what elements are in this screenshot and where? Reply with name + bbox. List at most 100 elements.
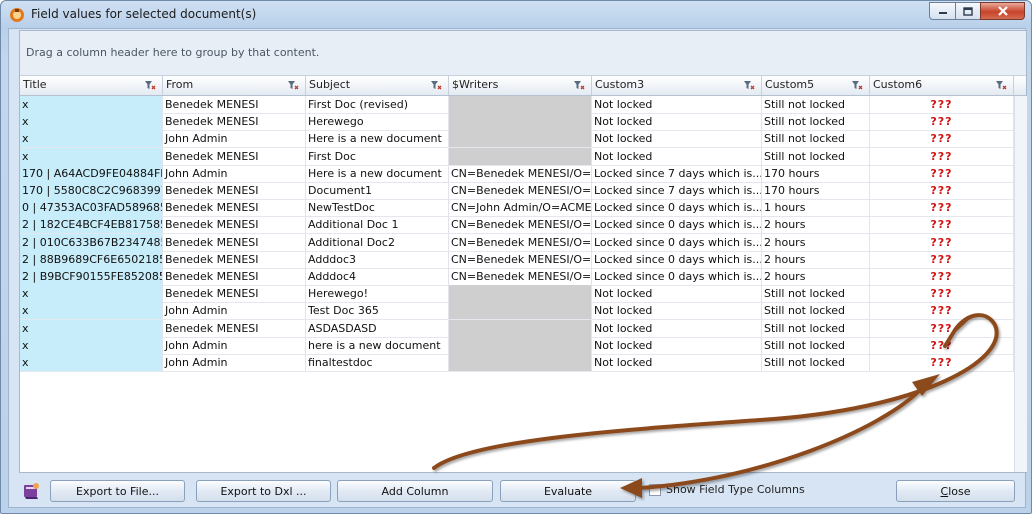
cell-from[interactable]: Benedek MENESI <box>163 113 306 131</box>
column-header-custom5[interactable]: Custom5 <box>762 76 870 95</box>
window-close-button[interactable] <box>980 2 1025 20</box>
cell-custom3[interactable]: Not locked <box>592 113 762 131</box>
cell-subject[interactable]: Herewego! <box>306 285 449 303</box>
cell-writers[interactable] <box>449 113 592 131</box>
cell-custom6[interactable]: ??? <box>870 319 1014 337</box>
cell-writers[interactable] <box>449 130 592 148</box>
column-header-writers[interactable]: $Writers <box>449 76 592 95</box>
cell-from[interactable]: John Admin <box>163 130 306 148</box>
filter-icon[interactable] <box>573 79 585 91</box>
cell-custom6[interactable]: ??? <box>870 268 1014 285</box>
cell-title[interactable]: x <box>20 285 163 303</box>
cell-custom3[interactable]: Not locked <box>592 319 762 337</box>
cell-subject[interactable]: Test Doc 365 <box>306 302 449 320</box>
filter-icon[interactable] <box>144 79 156 91</box>
cell-custom3[interactable]: Not locked <box>592 354 762 371</box>
cell-writers[interactable]: CN=Benedek MENESI/O=... <box>449 250 592 268</box>
table-row[interactable]: 2 | 88B9689CF6E65021852...Benedek MENESI… <box>20 250 1014 269</box>
cell-title[interactable]: 0 | 47353AC03FAD589685... <box>20 199 163 217</box>
cell-writers[interactable]: CN=Benedek MENESI/O=... <box>449 164 592 182</box>
cell-custom5[interactable]: Still not locked <box>762 336 870 354</box>
cell-writers[interactable]: CN=Benedek MENESI/O=... <box>449 268 592 285</box>
cell-custom3[interactable]: Not locked <box>592 302 762 320</box>
cell-from[interactable]: Benedek MENESI <box>163 96 306 113</box>
vertical-scrollbar[interactable] <box>1014 96 1027 472</box>
cell-custom3[interactable]: Locked since 0 days which is... <box>592 199 762 217</box>
cell-from[interactable]: Benedek MENESI <box>163 319 306 337</box>
cell-subject[interactable]: NewTestDoc <box>306 199 449 217</box>
cell-custom3[interactable]: Not locked <box>592 96 762 113</box>
column-header-custom6[interactable]: Custom6 <box>870 76 1014 95</box>
table-row[interactable]: 170 | 5580C8C2C96839978...Benedek MENESI… <box>20 182 1014 200</box>
export-to-file-button[interactable]: Export to File... <box>50 480 185 502</box>
filter-icon[interactable] <box>287 79 299 91</box>
cell-custom3[interactable]: Locked since 7 days which is... <box>592 182 762 199</box>
cell-custom3[interactable]: Locked since 0 days which is... <box>592 268 762 285</box>
cell-from[interactable]: John Admin <box>163 336 306 354</box>
table-row[interactable]: x John Admin Test Doc 365 Not locked Still n… <box>20 302 1014 321</box>
table-row[interactable]: x Benedek MENESI First Doc (revised) Not lo… <box>20 96 1014 114</box>
table-row[interactable]: x Benedek MENESI Herewego! Not locked Still … <box>20 285 1014 304</box>
cell-custom5[interactable]: Still not locked <box>762 285 870 303</box>
export-to-dxl-button[interactable]: Export to Dxl ... <box>196 480 331 502</box>
cell-title[interactable]: x <box>20 302 163 320</box>
cell-writers[interactable]: CN=Benedek MENESI/O=... <box>449 216 592 234</box>
close-button[interactable]: Close <box>896 480 1015 502</box>
cell-title[interactable]: 2 | 182CE4BCF4EB8175852... <box>20 216 163 234</box>
title-bar[interactable]: Field values for selected document(s) <box>1 1 1031 28</box>
filter-icon[interactable] <box>851 79 863 91</box>
table-row[interactable]: x Benedek MENESI First Doc Not locked Still … <box>20 147 1014 166</box>
cell-custom3[interactable]: Locked since 7 days which is... <box>592 164 762 182</box>
cell-custom3[interactable]: Not locked <box>592 336 762 354</box>
filter-icon[interactable] <box>430 79 442 91</box>
cell-writers[interactable]: CN=Benedek MENESI/O=... <box>449 233 592 251</box>
cell-from[interactable]: John Admin <box>163 164 306 182</box>
cell-from[interactable]: Benedek MENESI <box>163 182 306 199</box>
cell-writers[interactable] <box>449 302 592 320</box>
cell-custom6[interactable]: ??? <box>870 285 1014 303</box>
cell-custom5[interactable]: Still not locked <box>762 302 870 320</box>
cell-custom3[interactable]: Not locked <box>592 285 762 303</box>
cell-title[interactable]: x <box>20 319 163 337</box>
cell-custom6[interactable]: ??? <box>870 130 1014 148</box>
column-header-custom3[interactable]: Custom3 <box>592 76 762 95</box>
cell-title[interactable]: x <box>20 96 163 113</box>
cell-writers[interactable] <box>449 285 592 303</box>
cell-subject[interactable]: Here is a new document <box>306 130 449 148</box>
cell-title[interactable]: 2 | 010C633B67B2347485 2... <box>20 233 163 251</box>
cell-title[interactable]: x <box>20 354 163 371</box>
cell-from[interactable]: Benedek MENESI <box>163 268 306 285</box>
cell-from[interactable]: Benedek MENESI <box>163 216 306 234</box>
cell-custom3[interactable]: Not locked <box>592 130 762 148</box>
cell-custom6[interactable]: ??? <box>870 302 1014 320</box>
evaluate-button[interactable]: Evaluate <box>500 480 636 502</box>
cell-from[interactable]: Benedek MENESI <box>163 233 306 251</box>
table-row[interactable]: 2 | 182CE4BCF4EB8175852...Benedek MENESI… <box>20 216 1014 235</box>
show-field-type-columns-label[interactable]: Show Field Type Columns <box>666 483 805 496</box>
cell-custom6[interactable]: ??? <box>870 147 1014 165</box>
cell-subject[interactable]: First Doc (revised) <box>306 96 449 113</box>
show-field-type-columns-checkbox[interactable] <box>649 484 661 496</box>
cell-title[interactable]: x <box>20 130 163 148</box>
cell-custom6[interactable]: ??? <box>870 336 1014 354</box>
cell-subject[interactable]: Adddoc4 <box>306 268 449 285</box>
cell-custom5[interactable]: Still not locked <box>762 96 870 113</box>
cell-custom5[interactable]: Still not locked <box>762 130 870 148</box>
cell-subject[interactable]: Additional Doc2 <box>306 233 449 251</box>
cell-title[interactable]: 170 | 5580C8C2C96839978... <box>20 182 163 199</box>
cell-custom6[interactable]: ??? <box>870 182 1014 199</box>
cell-title[interactable]: x <box>20 336 163 354</box>
book-icon[interactable] <box>22 482 40 500</box>
cell-from[interactable]: John Admin <box>163 354 306 371</box>
group-by-area[interactable]: Drag a column header here to group by th… <box>20 31 1026 76</box>
cell-custom6[interactable]: ??? <box>870 113 1014 131</box>
cell-custom3[interactable]: Not locked <box>592 147 762 165</box>
cell-title[interactable]: 2 | 88B9689CF6E65021852... <box>20 250 163 268</box>
cell-custom6[interactable]: ??? <box>870 250 1014 268</box>
table-row[interactable]: x John Admin finaltestdoc Not locked Still n… <box>20 354 1014 372</box>
table-row[interactable]: x Benedek MENESI ASDASDASD Not locked Still … <box>20 319 1014 338</box>
cell-subject[interactable]: Additional Doc 1 <box>306 216 449 234</box>
cell-from[interactable]: Benedek MENESI <box>163 285 306 303</box>
cell-writers[interactable] <box>449 319 592 337</box>
cell-subject[interactable]: Herewego <box>306 113 449 131</box>
